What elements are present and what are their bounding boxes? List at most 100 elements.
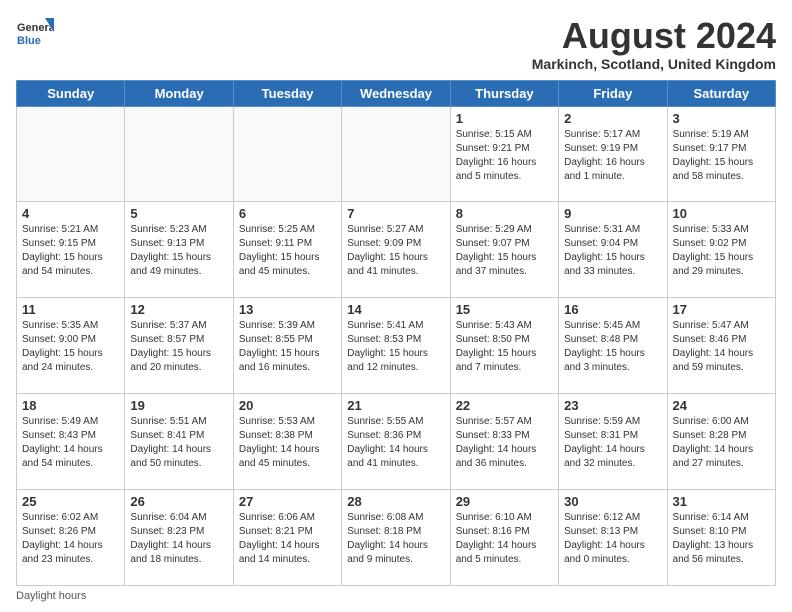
day-number: 25: [22, 494, 119, 509]
calendar-cell: 7 Sunrise: 5:27 AM Sunset: 9:09 PM Daylig…: [342, 202, 450, 298]
day-info: Sunrise: 5:41 AM Sunset: 8:53 PM Dayligh…: [347, 319, 444, 375]
day-info: Sunrise: 5:35 AM Sunset: 9:00 PM Dayligh…: [22, 319, 119, 375]
calendar-cell: [342, 106, 450, 202]
day-number: 16: [564, 302, 661, 317]
day-info: Sunrise: 5:39 AM Sunset: 8:55 PM Dayligh…: [239, 319, 336, 375]
calendar-cell: 24Sunrise: 6:00 AM Sunset: 8:28 PM Dayli…: [667, 394, 775, 490]
day-number: 29: [456, 494, 553, 509]
calendar-cell: 5Sunrise: 5:23 AM Sunset: 9:13 PM Daylig…: [125, 202, 233, 298]
calendar-cell: 10 Sunrise: 5:33 AM Sunset: 9:02 PM Dayli…: [667, 202, 775, 298]
calendar-cell: 19Sunrise: 5:51 AM Sunset: 8:41 PM Dayli…: [125, 394, 233, 490]
day-info: Sunrise: 5:17 AM Sunset: 9:19 PM Dayligh…: [564, 128, 661, 184]
day-info: Sunrise: 6:14 AM Sunset: 8:10 PM Dayligh…: [673, 511, 770, 567]
calendar-week-row: 1Sunrise: 5:15 AM Sunset: 9:21 PM Daylig…: [17, 106, 776, 202]
day-info: Sunrise: 6:08 AM Sunset: 8:18 PM Dayligh…: [347, 511, 444, 567]
calendar-week-row: 4 Sunrise: 5:21 AM Sunset: 9:15 PM Daylig…: [17, 202, 776, 298]
day-info: Sunrise: 5:47 AM Sunset: 8:46 PM Dayligh…: [673, 319, 770, 375]
day-info: Sunrise: 5:25 AM Sunset: 9:11 PM Dayligh…: [239, 223, 336, 279]
day-info: Sunrise: 5:37 AM Sunset: 8:57 PM Dayligh…: [130, 319, 227, 375]
calendar-cell: 15Sunrise: 5:43 AM Sunset: 8:50 PM Dayli…: [450, 298, 558, 394]
calendar-cell: 22Sunrise: 5:57 AM Sunset: 8:33 PM Dayli…: [450, 394, 558, 490]
calendar-cell: 16 Sunrise: 5:45 AM Sunset: 8:48 PM Dayli…: [559, 298, 667, 394]
calendar-cell: 27Sunrise: 6:06 AM Sunset: 8:21 PM Dayli…: [233, 490, 341, 586]
calendar-cell: 23Sunrise: 5:59 AM Sunset: 8:31 PM Dayli…: [559, 394, 667, 490]
day-info: Sunrise: 5:33 AM Sunset: 9:02 PM Dayligh…: [673, 223, 770, 279]
weekday-header-saturday: Saturday: [667, 80, 775, 106]
day-info: Sunrise: 5:55 AM Sunset: 8:36 PM Dayligh…: [347, 415, 444, 471]
day-info: Sunrise: 5:49 AM Sunset: 8:43 PM Dayligh…: [22, 415, 119, 471]
day-number: 30: [564, 494, 661, 509]
footer-note: Daylight hours: [16, 590, 776, 602]
day-number: 28: [347, 494, 444, 509]
calendar-cell: 2 Sunrise: 5:17 AM Sunset: 9:19 PM Daylig…: [559, 106, 667, 202]
calendar-cell: 3 Sunrise: 5:19 AM Sunset: 9:17 PM Daylig…: [667, 106, 775, 202]
day-info: Sunrise: 5:21 AM Sunset: 9:15 PM Dayligh…: [22, 223, 119, 279]
calendar-cell: 29 Sunrise: 6:10 AM Sunset: 8:16 PM Dayli…: [450, 490, 558, 586]
calendar-cell: 6 Sunrise: 5:25 AM Sunset: 9:11 PM Daylig…: [233, 202, 341, 298]
day-number: 11: [22, 302, 119, 317]
day-info: Sunrise: 6:04 AM Sunset: 8:23 PM Dayligh…: [130, 511, 227, 567]
day-number: 12: [130, 302, 227, 317]
month-title: August 2024: [532, 16, 776, 56]
day-number: 18: [22, 398, 119, 413]
day-info: Sunrise: 6:12 AM Sunset: 8:13 PM Dayligh…: [564, 511, 661, 567]
weekday-header-wednesday: Wednesday: [342, 80, 450, 106]
day-number: 2: [564, 111, 661, 126]
logo: General Blue: [16, 16, 54, 54]
calendar-cell: 12 Sunrise: 5:37 AM Sunset: 8:57 PM Dayli…: [125, 298, 233, 394]
day-number: 22: [456, 398, 553, 413]
calendar-cell: 30 Sunrise: 6:12 AM Sunset: 8:13 PM Dayli…: [559, 490, 667, 586]
calendar-cell: 20Sunrise: 5:53 AM Sunset: 8:38 PM Dayli…: [233, 394, 341, 490]
calendar-cell: [125, 106, 233, 202]
day-number: 6: [239, 206, 336, 221]
calendar-week-row: 18 Sunrise: 5:49 AM Sunset: 8:43 PM Dayli…: [17, 394, 776, 490]
location: Markinch, Scotland, United Kingdom: [532, 56, 776, 72]
calendar-cell: 31 Sunrise: 6:14 AM Sunset: 8:10 PM Dayli…: [667, 490, 775, 586]
calendar-cell: 25Sunrise: 6:02 AM Sunset: 8:26 PM Dayli…: [17, 490, 125, 586]
day-number: 21: [347, 398, 444, 413]
day-number: 10: [673, 206, 770, 221]
day-info: Sunrise: 5:51 AM Sunset: 8:41 PM Dayligh…: [130, 415, 227, 471]
day-number: 23: [564, 398, 661, 413]
calendar-cell: 11 Sunrise: 5:35 AM Sunset: 9:00 PM Dayli…: [17, 298, 125, 394]
weekday-header-thursday: Thursday: [450, 80, 558, 106]
calendar-cell: 8 Sunrise: 5:29 AM Sunset: 9:07 PM Daylig…: [450, 202, 558, 298]
day-info: Sunrise: 6:10 AM Sunset: 8:16 PM Dayligh…: [456, 511, 553, 567]
day-number: 4: [22, 206, 119, 221]
calendar-cell: 26 Sunrise: 6:04 AM Sunset: 8:23 PM Dayli…: [125, 490, 233, 586]
calendar-cell: 14 Sunrise: 5:41 AM Sunset: 8:53 PM Dayli…: [342, 298, 450, 394]
page-header: General Blue August 2024 Markinch, Scotl…: [16, 16, 776, 72]
calendar-table: SundayMondayTuesdayWednesdayThursdayFrid…: [16, 80, 776, 586]
svg-text:Blue: Blue: [17, 35, 41, 47]
day-info: Sunrise: 5:23 AM Sunset: 9:13 PM Dayligh…: [130, 223, 227, 279]
calendar-cell: 18 Sunrise: 5:49 AM Sunset: 8:43 PM Dayli…: [17, 394, 125, 490]
day-number: 17: [673, 302, 770, 317]
calendar-cell: 13 Sunrise: 5:39 AM Sunset: 8:55 PM Dayli…: [233, 298, 341, 394]
day-info: Sunrise: 5:19 AM Sunset: 9:17 PM Dayligh…: [673, 128, 770, 184]
title-area: August 2024 Markinch, Scotland, United K…: [532, 16, 776, 72]
day-info: Sunrise: 6:06 AM Sunset: 8:21 PM Dayligh…: [239, 511, 336, 567]
day-number: 20: [239, 398, 336, 413]
day-number: 7: [347, 206, 444, 221]
calendar-cell: [233, 106, 341, 202]
weekday-header-tuesday: Tuesday: [233, 80, 341, 106]
day-info: Sunrise: 5:27 AM Sunset: 9:09 PM Dayligh…: [347, 223, 444, 279]
day-number: 9: [564, 206, 661, 221]
weekday-header-friday: Friday: [559, 80, 667, 106]
calendar-week-row: 25Sunrise: 6:02 AM Sunset: 8:26 PM Dayli…: [17, 490, 776, 586]
day-number: 13: [239, 302, 336, 317]
day-number: 31: [673, 494, 770, 509]
logo-svg: General Blue: [16, 16, 54, 54]
day-info: Sunrise: 5:45 AM Sunset: 8:48 PM Dayligh…: [564, 319, 661, 375]
day-number: 26: [130, 494, 227, 509]
day-number: 8: [456, 206, 553, 221]
day-number: 3: [673, 111, 770, 126]
calendar-week-row: 11 Sunrise: 5:35 AM Sunset: 9:00 PM Dayli…: [17, 298, 776, 394]
day-info: Sunrise: 6:00 AM Sunset: 8:28 PM Dayligh…: [673, 415, 770, 471]
day-info: Sunrise: 5:43 AM Sunset: 8:50 PM Dayligh…: [456, 319, 553, 375]
day-info: Sunrise: 5:29 AM Sunset: 9:07 PM Dayligh…: [456, 223, 553, 279]
svg-text:General: General: [17, 22, 54, 34]
weekday-header-row: SundayMondayTuesdayWednesdayThursdayFrid…: [17, 80, 776, 106]
day-number: 14: [347, 302, 444, 317]
calendar-cell: [17, 106, 125, 202]
